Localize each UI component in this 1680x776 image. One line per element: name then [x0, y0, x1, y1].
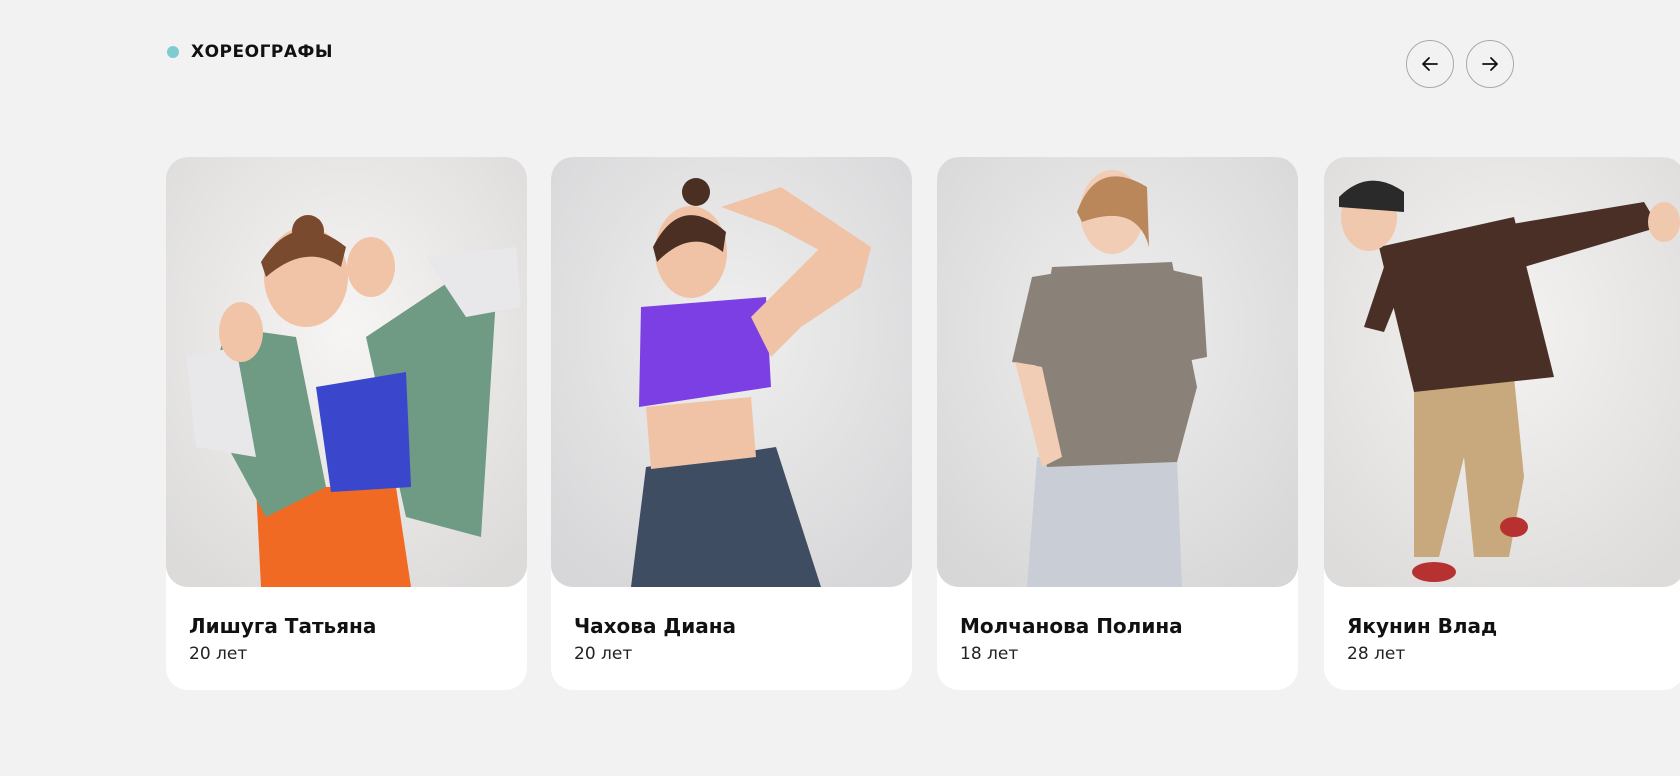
choreographer-photo	[937, 157, 1298, 587]
choreographer-card[interactable]: Лишуга Татьяна 20 лет	[166, 157, 527, 690]
choreographer-name: Якунин Влад	[1347, 614, 1498, 638]
choreographer-carousel: Лишуга Татьяна 20 лет Чахова Диана 20 ле…	[166, 157, 1680, 697]
choreographer-age: 28 лет	[1347, 644, 1406, 664]
choreographer-name: Молчанова Полина	[960, 614, 1183, 638]
section-dot-icon	[167, 46, 179, 58]
choreographer-name: Чахова Диана	[574, 614, 737, 638]
section-title: ХОРЕОГРАФЫ	[191, 42, 334, 62]
choreographer-card[interactable]: Молчанова Полина 18 лет	[937, 157, 1298, 690]
choreographer-age: 20 лет	[189, 644, 248, 664]
prev-button[interactable]	[1406, 40, 1454, 88]
choreographer-card[interactable]: Якунин Влад 28 лет	[1324, 157, 1680, 690]
choreographer-card[interactable]: Чахова Диана 20 лет	[551, 157, 912, 690]
next-button[interactable]	[1466, 40, 1514, 88]
carousel-nav	[1406, 40, 1514, 88]
arrow-right-icon	[1482, 57, 1498, 71]
choreographer-photo	[551, 157, 912, 587]
choreographer-age: 20 лет	[574, 644, 633, 664]
choreographer-name: Лишуга Татьяна	[189, 614, 377, 638]
arrow-left-icon	[1422, 57, 1438, 71]
choreographer-photo	[1324, 157, 1680, 587]
section-header: ХОРЕОГРАФЫ	[167, 42, 333, 62]
choreographer-age: 18 лет	[960, 644, 1019, 664]
choreographer-photo	[166, 157, 527, 587]
